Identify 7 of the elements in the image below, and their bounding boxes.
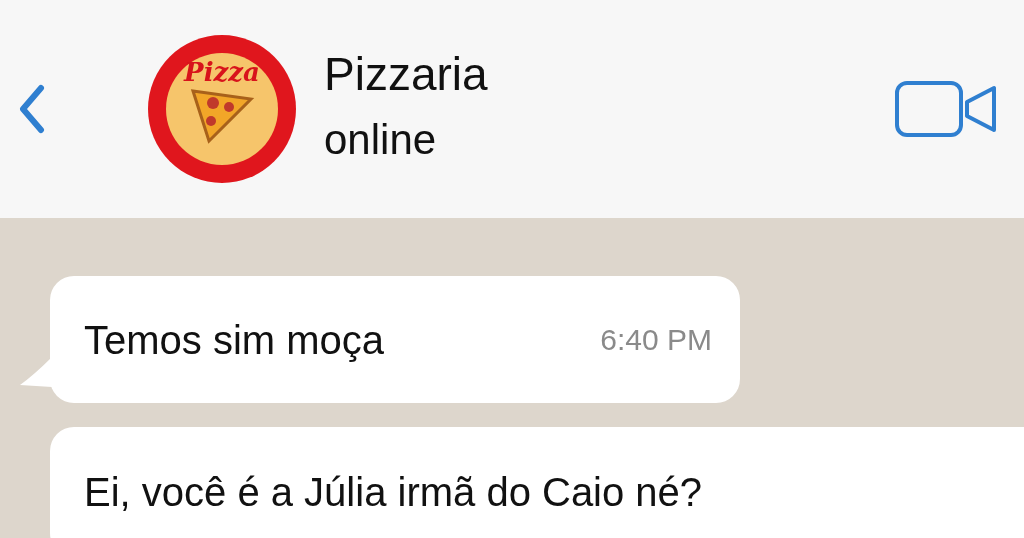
message-time: 6:40 PM [600,324,712,355]
message-text: Temos sim moça [84,319,385,360]
contact-avatar[interactable]: Pizza [148,35,296,183]
logo-text: Pizza [184,59,260,85]
contact-name: Pizzaria [324,51,488,97]
message-text: Ei, você é a Júlia irmã do Caio né? [84,472,703,512]
contact-status: online [324,119,438,161]
